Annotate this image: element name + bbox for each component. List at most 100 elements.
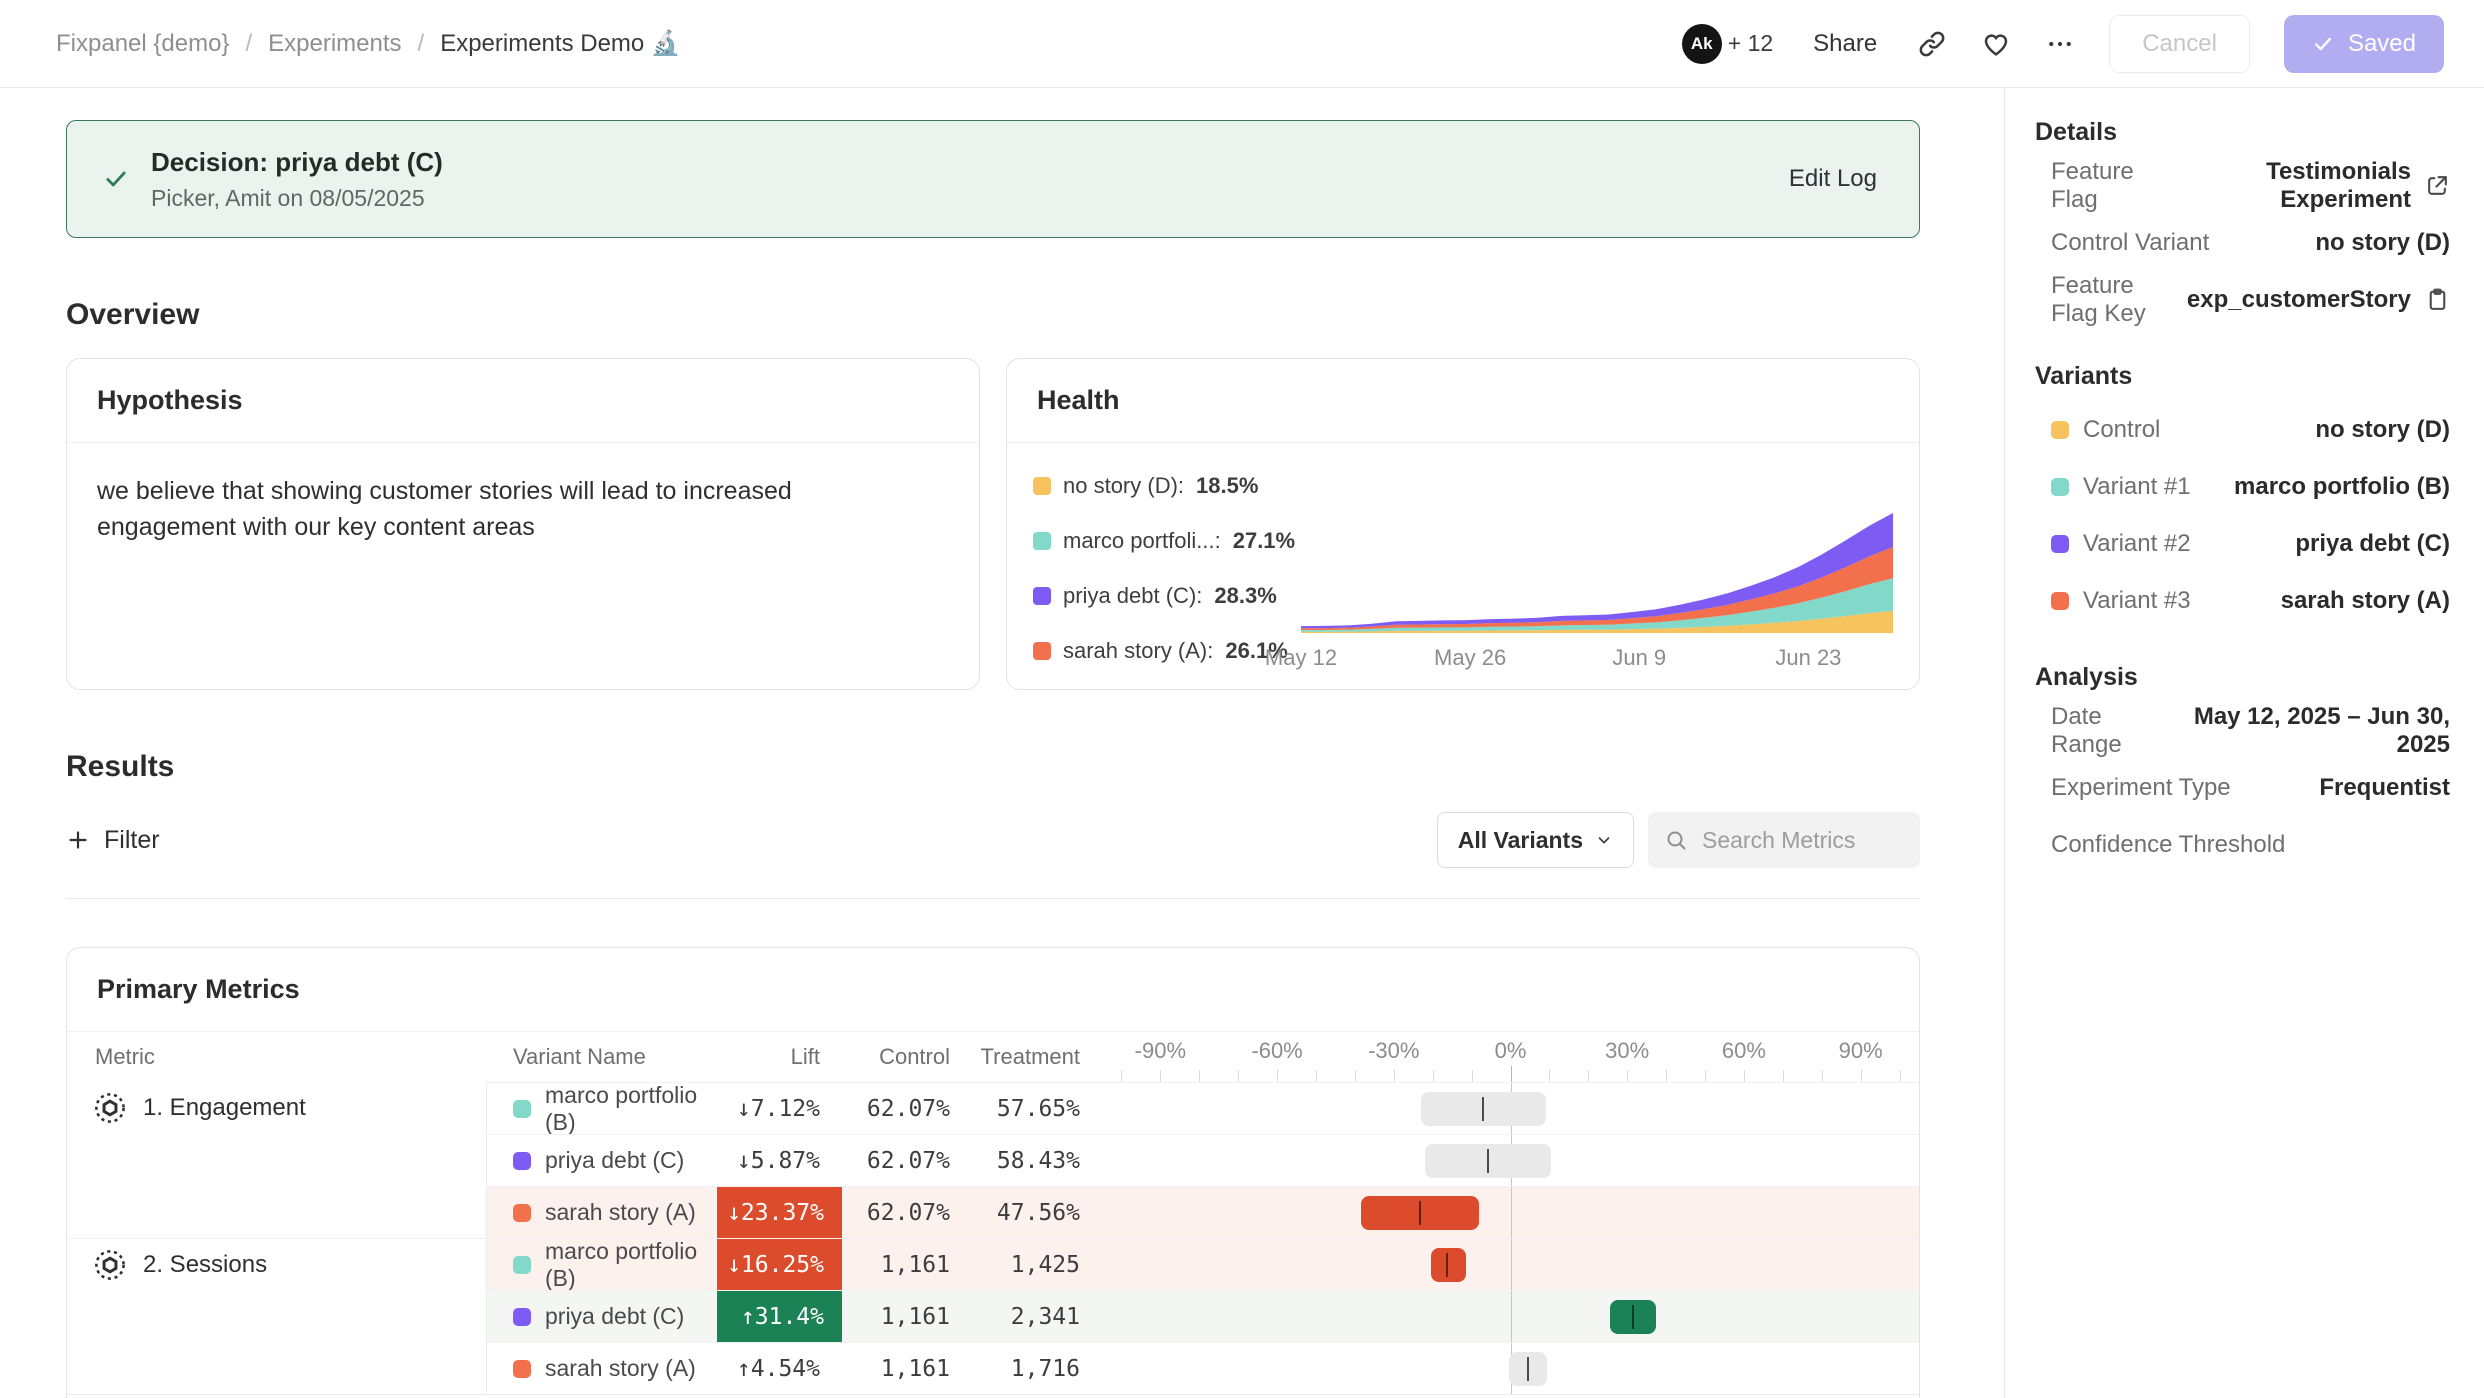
variant-swatch-icon xyxy=(513,1100,531,1118)
sidebar-row-value: no story (D) xyxy=(2315,229,2450,257)
metric-row[interactable]: 1. Engagementmarco portfolio (B)↓7.12%62… xyxy=(67,1082,1919,1134)
external-link-icon[interactable] xyxy=(2425,173,2450,198)
control-value-cell: 1,161 xyxy=(842,1291,972,1342)
control-value-cell: 62.07% xyxy=(842,1083,972,1134)
variant-name-label: priya debt (C) xyxy=(545,1147,684,1174)
sidebar-label-text: Experiment Type xyxy=(2051,774,2231,802)
metric-row[interactable]: sarah story (A)↓23.37%62.07%47.56% xyxy=(67,1186,1919,1238)
more-options-icon[interactable] xyxy=(2045,29,2075,59)
confidence-interval-cell xyxy=(1102,1239,1919,1290)
metric-row-values: marco portfolio (B)↓16.25%1,1611,425 xyxy=(487,1238,1919,1290)
sidebar-section-title: Details xyxy=(2035,118,2450,147)
edit-log-button[interactable]: Edit Log xyxy=(1783,164,1883,194)
control-value-cell: 1,161 xyxy=(842,1239,972,1290)
breadcrumb-item[interactable]: Experiments xyxy=(268,30,401,58)
add-metric-button[interactable]: Add xyxy=(67,1394,1919,1398)
favorite-heart-icon[interactable] xyxy=(1981,29,2011,59)
add-filter-button[interactable]: Filter xyxy=(66,826,160,855)
chevron-down-icon xyxy=(1595,831,1613,849)
sidebar-label-text: Feature Flag Key xyxy=(2051,272,2187,328)
decision-subtitle: Picker, Amit on 08/05/2025 xyxy=(151,185,443,212)
metrics-table: MetricVariant NameLiftControlTreatment-9… xyxy=(67,1032,1919,1394)
metric-row[interactable]: priya debt (C)↑31.4%1,1612,341 xyxy=(67,1290,1919,1342)
sidebar-row-label: Confidence Threshold xyxy=(2051,831,2285,859)
search-metrics-box xyxy=(1648,812,1920,868)
breadcrumb-item[interactable]: Experiments Demo 🔬 xyxy=(440,29,681,58)
sidebar-section-analysis: AnalysisDate RangeMay 12, 2025 – Jun 30,… xyxy=(2035,663,2450,873)
treatment-value-cell: 2,341 xyxy=(972,1291,1102,1342)
breadcrumb-separator: / xyxy=(245,30,252,58)
metric-row[interactable]: sarah story (A)↑4.54%1,1611,716 xyxy=(67,1342,1919,1394)
hypothesis-body: we believe that showing customer stories… xyxy=(67,443,947,576)
sidebar-row: Variant #3sarah story (A) xyxy=(2035,572,2450,629)
treatment-value-cell: 58.43% xyxy=(972,1135,1102,1186)
metric-row[interactable]: 2. Sessions marco portfolio (B)↓16.25%1,1… xyxy=(67,1238,1919,1290)
legend-label: sarah story (A): xyxy=(1063,638,1213,664)
confidence-interval-cell xyxy=(1102,1291,1919,1342)
axis-tick-label: 0% xyxy=(1495,1038,1527,1064)
lift-cell: ↓5.87% xyxy=(717,1135,842,1186)
clipboard-icon[interactable] xyxy=(2425,287,2450,312)
legend-value: 18.5% xyxy=(1196,473,1258,499)
sidebar-row: Confidence Threshold xyxy=(2035,816,2450,873)
sidebar-row-label: Variant #2 xyxy=(2051,530,2191,558)
metric-row-values: sarah story (A)↑4.54%1,1611,716 xyxy=(487,1342,1919,1394)
decision-title: Decision: priya debt (C) xyxy=(151,147,443,178)
metrics-table-header: MetricVariant NameLiftControlTreatment-9… xyxy=(67,1032,1919,1082)
legend-item: priya debt (C): 28.3% xyxy=(1033,583,1301,609)
decision-check-icon xyxy=(103,166,129,192)
results-heading: Results xyxy=(66,750,1920,784)
variant-name-cell: sarah story (A) xyxy=(487,1187,717,1238)
variant-name-cell: marco portfolio (B) xyxy=(487,1083,717,1134)
legend-label: no story (D): xyxy=(1063,473,1184,499)
sidebar-row-label: Variant #3 xyxy=(2051,587,2191,615)
axis-tick xyxy=(1627,1070,1628,1082)
column-header: Lift xyxy=(717,1032,842,1082)
metric-name-cell xyxy=(67,1186,487,1238)
confidence-interval-cell xyxy=(1102,1135,1919,1186)
lift-marker xyxy=(1419,1201,1421,1225)
metric-target-icon xyxy=(93,1248,127,1282)
avatar[interactable]: Ak xyxy=(1682,24,1722,64)
metric-row-values: marco portfolio (B)↓7.12%62.07%57.65% xyxy=(487,1082,1919,1134)
x-axis-tick-label: May 12 xyxy=(1265,645,1337,671)
share-button[interactable]: Share xyxy=(1807,29,1883,59)
variants-dropdown[interactable]: All Variants xyxy=(1437,812,1634,868)
search-icon xyxy=(1664,828,1688,852)
metric-name-cell: 2. Sessions xyxy=(67,1238,487,1290)
results-toolbar: Filter All Variants xyxy=(66,812,1920,868)
treatment-value-cell: 1,425 xyxy=(972,1239,1102,1290)
search-metrics-input[interactable] xyxy=(1700,826,1904,855)
metric-row[interactable]: priya debt (C)↓5.87%62.07%58.43% xyxy=(67,1134,1919,1186)
metric-name-label: 2. Sessions xyxy=(143,1251,267,1279)
app-root: Fixpanel {demo}/Experiments/Experiments … xyxy=(0,0,2484,1398)
legend-swatch-icon xyxy=(1033,642,1051,660)
copy-link-icon[interactable] xyxy=(1917,29,1947,59)
axis-tick xyxy=(1666,1070,1667,1082)
column-header: Metric xyxy=(67,1032,487,1082)
sidebar-row-value: priya debt (C) xyxy=(2295,530,2450,558)
breadcrumb-item[interactable]: Fixpanel {demo} xyxy=(56,30,229,58)
variant-name-label: sarah story (A) xyxy=(545,1199,696,1226)
legend-swatch-icon xyxy=(1033,477,1051,495)
saved-button[interactable]: Saved xyxy=(2284,15,2444,73)
treatment-value-cell: 1,716 xyxy=(972,1343,1102,1394)
legend-item: no story (D): 18.5% xyxy=(1033,473,1301,499)
confidence-interval-cell xyxy=(1102,1083,1919,1134)
axis-tick-label: -30% xyxy=(1368,1038,1419,1064)
treatment-value-cell: 57.65% xyxy=(972,1083,1102,1134)
avatar-overflow-count[interactable]: + 12 xyxy=(1728,30,1773,57)
axis-tick xyxy=(1744,1070,1745,1082)
sidebar-label-text: Variant #1 xyxy=(2083,473,2191,501)
variant-name-cell: priya debt (C) xyxy=(487,1135,717,1186)
hypothesis-card: Hypothesis we believe that showing custo… xyxy=(66,358,980,690)
variant-swatch-icon xyxy=(2051,535,2069,553)
zero-axis-line xyxy=(1511,1187,1512,1238)
sidebar-label-text: Control Variant xyxy=(2051,229,2209,257)
sidebar-row: Feature Flag Keyexp_customerStory xyxy=(2035,271,2450,328)
legend-item: sarah story (A): 26.1% xyxy=(1033,638,1301,664)
axis-tick xyxy=(1238,1070,1239,1082)
cancel-button[interactable]: Cancel xyxy=(2109,15,2250,73)
column-header: Variant Name xyxy=(487,1032,717,1082)
lift-marker xyxy=(1487,1149,1489,1173)
